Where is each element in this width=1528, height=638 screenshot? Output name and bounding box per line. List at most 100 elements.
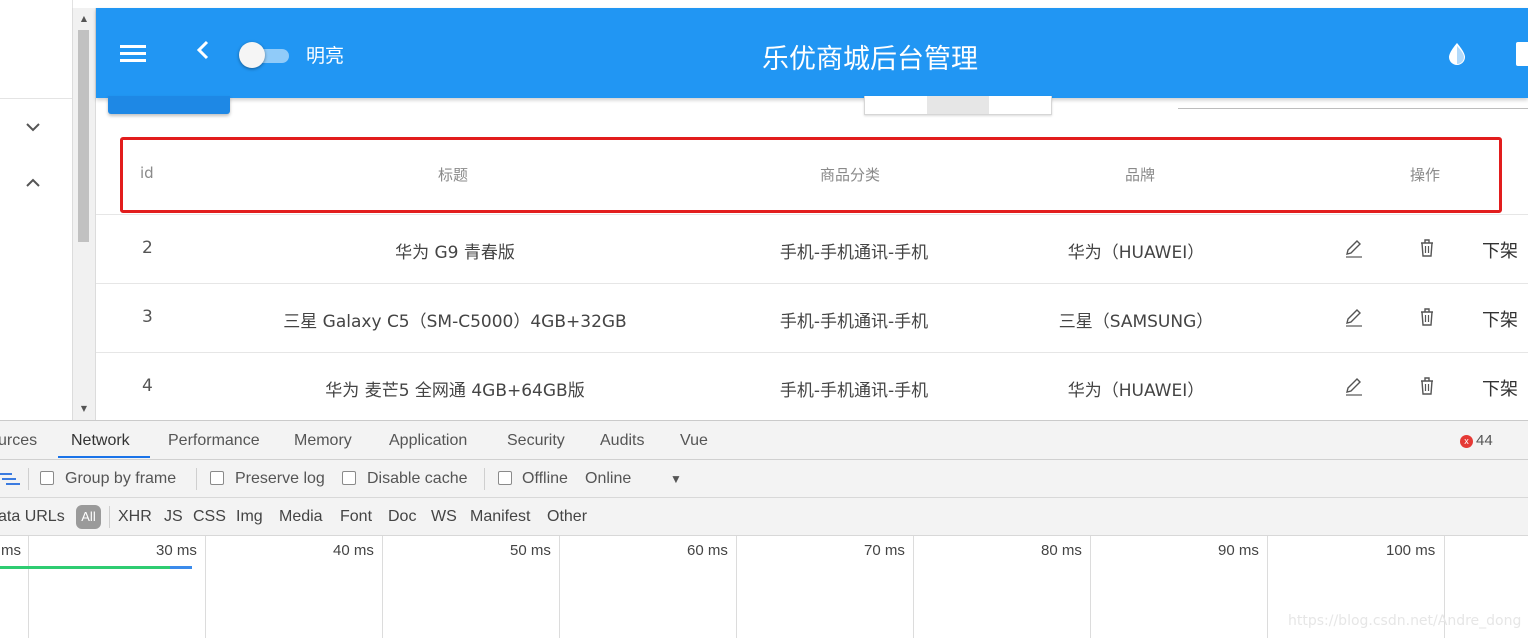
chevron-down-icon[interactable] bbox=[24, 118, 42, 136]
unlist-button[interactable]: 下架 bbox=[1482, 306, 1518, 331]
filter-font[interactable]: Font bbox=[340, 508, 372, 526]
devtools-panel: urces Network Performance Memory Applica… bbox=[0, 420, 1528, 638]
timeline-label: 70 ms bbox=[864, 542, 905, 559]
preserve-log-checkbox[interactable] bbox=[210, 471, 224, 485]
exit-icon[interactable] bbox=[1516, 42, 1528, 66]
tab-security[interactable]: Security bbox=[507, 432, 565, 450]
timeline-label: 30 ms bbox=[156, 542, 197, 559]
cell-category: 手机-手机通讯-手机 bbox=[779, 312, 929, 332]
drop-icon[interactable] bbox=[1446, 42, 1468, 66]
cell-id: 4 bbox=[142, 376, 153, 396]
resource-filter-bar: ata URLs All XHR JS CSS Img Media Font D… bbox=[0, 498, 1528, 536]
devtools-tab-bar: urces Network Performance Memory Applica… bbox=[0, 421, 1528, 460]
timeline-gridline bbox=[1090, 536, 1091, 638]
tab-sources[interactable]: urces bbox=[0, 432, 37, 450]
preserve-log-label: Preserve log bbox=[235, 470, 325, 487]
filter-media[interactable]: Media bbox=[279, 508, 323, 526]
column-header-actions: 操作 bbox=[1410, 166, 1441, 184]
vertical-scrollbar[interactable]: ▲ ▼ bbox=[72, 8, 96, 420]
cell-brand: 华为（HUAWEI） bbox=[1067, 243, 1205, 263]
tab-performance[interactable]: Performance bbox=[168, 432, 260, 450]
edit-icon[interactable] bbox=[1343, 237, 1365, 259]
tab-application[interactable]: Application bbox=[389, 432, 467, 450]
timeline-label: 100 ms bbox=[1386, 542, 1436, 559]
timeline-label: 90 ms bbox=[1218, 542, 1259, 559]
filter-doc[interactable]: Doc bbox=[388, 508, 416, 526]
timeline-gridline bbox=[736, 536, 737, 638]
divider bbox=[109, 506, 110, 528]
divider bbox=[196, 468, 197, 490]
offline-label: Offline bbox=[522, 470, 568, 487]
table-header: id 标题 商品分类 品牌 操作 bbox=[96, 134, 1528, 214]
timeline-label: 40 ms bbox=[333, 542, 374, 559]
throttle-select[interactable]: Online bbox=[585, 470, 631, 488]
column-header-title[interactable]: 标题 bbox=[438, 164, 468, 185]
scrollbar-thumb[interactable] bbox=[78, 30, 89, 242]
filter-xhr[interactable]: XHR bbox=[118, 508, 152, 526]
filter-img[interactable]: Img bbox=[236, 508, 263, 526]
chevron-up-icon[interactable] bbox=[24, 174, 42, 192]
timeline-gridline bbox=[913, 536, 914, 638]
error-icon: x bbox=[1460, 435, 1473, 448]
column-header-brand[interactable]: 品牌 bbox=[1125, 164, 1155, 185]
network-toolbar: Group by frame Preserve log Disable cach… bbox=[0, 460, 1528, 498]
offline-checkbox[interactable] bbox=[498, 471, 512, 485]
scroll-up-arrow-icon[interactable]: ▲ bbox=[73, 14, 95, 23]
filter-ws[interactable]: WS bbox=[431, 508, 457, 526]
filter-manifest[interactable]: Manifest bbox=[470, 508, 530, 526]
column-header-category[interactable]: 商品分类 bbox=[820, 164, 880, 185]
highlight-box bbox=[120, 137, 1502, 213]
disable-cache-checkbox[interactable] bbox=[342, 471, 356, 485]
cell-category: 手机-手机通讯-手机 bbox=[779, 381, 929, 401]
delete-icon[interactable] bbox=[1416, 375, 1438, 397]
divider bbox=[484, 468, 485, 490]
filter-icon[interactable] bbox=[0, 472, 22, 486]
timeline-gridline bbox=[28, 536, 29, 638]
group-by-frame-checkbox[interactable] bbox=[40, 471, 54, 485]
timeline-label: 80 ms bbox=[1041, 542, 1082, 559]
edit-icon[interactable] bbox=[1343, 375, 1365, 397]
timeline-label: ms bbox=[1, 542, 21, 559]
filter-css[interactable]: CSS bbox=[193, 508, 226, 526]
search-input[interactable] bbox=[1178, 108, 1528, 109]
hide-data-urls-label[interactable]: ata URLs bbox=[0, 508, 65, 526]
tab-vue[interactable]: Vue bbox=[680, 432, 708, 450]
cell-brand: 华为（HUAWEI） bbox=[1067, 381, 1205, 401]
cell-id: 2 bbox=[142, 238, 153, 258]
tab-network[interactable]: Network bbox=[71, 432, 130, 450]
timeline-gridline bbox=[1267, 536, 1268, 638]
status-toggle-group[interactable] bbox=[864, 96, 1052, 115]
watermark: https://blog.csdn.net/Andre_dong bbox=[1288, 613, 1522, 629]
error-counter[interactable]: x 44 bbox=[1460, 432, 1493, 449]
scroll-down-arrow-icon[interactable]: ▼ bbox=[73, 404, 95, 413]
table-row: 4 华为 麦芒5 全网通 4GB+64GB版 手机-手机通讯-手机 华为（HUA… bbox=[96, 352, 1528, 422]
cell-title: 华为 麦芒5 全网通 4GB+64GB版 bbox=[325, 381, 585, 401]
timeline-gridline bbox=[205, 536, 206, 638]
delete-icon[interactable] bbox=[1416, 306, 1438, 328]
divider bbox=[28, 468, 29, 490]
column-header-id[interactable]: id bbox=[140, 164, 154, 182]
disable-cache-label: Disable cache bbox=[367, 470, 468, 487]
cell-title: 华为 G9 青春版 bbox=[395, 243, 515, 263]
cell-category: 手机-手机通讯-手机 bbox=[779, 243, 929, 263]
cell-title: 三星 Galaxy C5（SM-C5000）4GB+32GB bbox=[283, 312, 627, 332]
error-count: 44 bbox=[1476, 432, 1493, 449]
app-header: 明亮 乐优商城后台管理 bbox=[96, 8, 1528, 98]
side-nav bbox=[0, 0, 73, 420]
delete-icon[interactable] bbox=[1416, 237, 1438, 259]
tab-memory[interactable]: Memory bbox=[294, 432, 352, 450]
timeline-label: 50 ms bbox=[510, 542, 551, 559]
tab-audits[interactable]: Audits bbox=[600, 432, 644, 450]
edit-icon[interactable] bbox=[1343, 306, 1365, 328]
cell-brand: 三星（SAMSUNG） bbox=[1058, 312, 1214, 332]
add-product-button[interactable] bbox=[108, 96, 230, 114]
chevron-down-icon[interactable]: ▼ bbox=[670, 472, 682, 486]
timeline-label: 60 ms bbox=[687, 542, 728, 559]
unlist-button[interactable]: 下架 bbox=[1482, 237, 1518, 262]
unlist-button[interactable]: 下架 bbox=[1482, 375, 1518, 400]
waterfall-bar bbox=[0, 566, 192, 570]
filter-all-button[interactable]: All bbox=[76, 505, 101, 529]
timeline-gridline bbox=[382, 536, 383, 638]
filter-other[interactable]: Other bbox=[547, 508, 587, 526]
filter-js[interactable]: JS bbox=[164, 508, 183, 526]
